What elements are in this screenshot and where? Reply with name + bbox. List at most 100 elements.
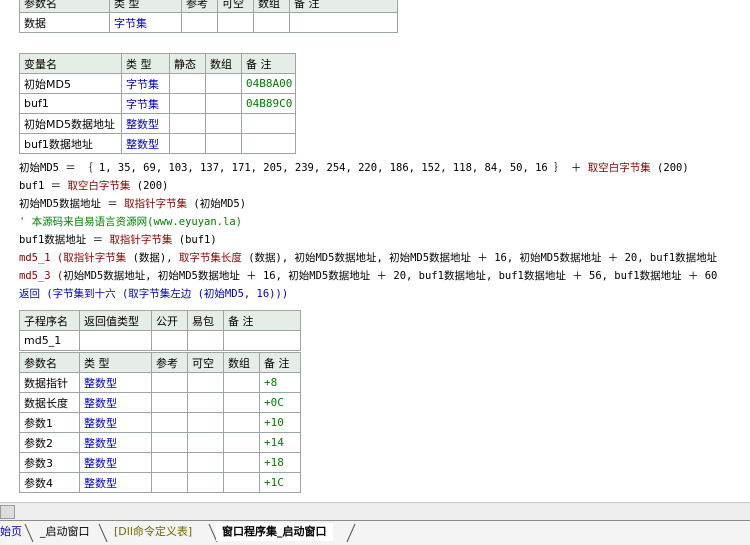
param-nullable-cell[interactable] [187,472,224,493]
code-token: buf1 ＝ [19,180,68,192]
table-row[interactable]: 参数1 整数型 +10 [19,412,301,433]
var-type-cell[interactable]: 整数型 [121,113,170,134]
param-nullable-cell[interactable] [187,452,224,473]
table-row[interactable]: buf1数据地址 整数型 [19,133,296,154]
param-nullable-cell[interactable] [217,12,254,33]
table-row[interactable]: 参数4 整数型 +1C [19,472,301,493]
table-row[interactable]: 初始MD5数据地址 整数型 [19,113,296,134]
param-array-cell[interactable] [223,412,260,433]
param-type-cell[interactable]: 整数型 [79,392,152,413]
param-type-cell[interactable]: 字节集 [109,12,182,33]
param-note-cell[interactable]: +8 [259,372,301,393]
param-ref-cell[interactable] [151,472,188,493]
code-line[interactable]: buf1数据地址 ＝ 取指针字节集 (buf1) [19,231,217,249]
param-note-cell[interactable]: +18 [259,452,301,473]
code-line[interactable]: 初始MD5数据地址 ＝ 取指针字节集 (初始MD5) [19,195,246,213]
table-row[interactable]: 初始MD5 字节集 04B8A00 [19,73,296,94]
code-line[interactable]: md5_1 (取指针字节集 (数据), 取字节集长度 (数据), 初始MD5数据… [19,249,717,267]
param-nullable-cell[interactable] [187,392,224,413]
code-token: 取指针字节集 [109,234,173,246]
code-editor[interactable]: 参数名 类 型 参考 可空 数组 备 注 数据 字节集 变量名 类 型 静态 数… [0,0,750,502]
sub-public-cell[interactable] [151,330,188,351]
var-type-cell[interactable]: 字节集 [121,93,170,114]
param-name-cell[interactable]: 数据 [19,12,110,33]
code-line[interactable]: 返回 (字节集到十六 (取字节集左边 (初始MD5, 16))) [19,285,288,303]
param-array-cell[interactable] [223,372,260,393]
sub-name-cell[interactable]: md5_1 [19,330,80,351]
code-line[interactable]: md5_3 (初始MD5数据地址, 初始MD5数据地址 ＋ 16, 初始MD5数… [19,267,717,285]
param-type-cell[interactable]: 整数型 [79,432,152,453]
param-array-cell[interactable] [223,392,260,413]
sub-note-cell[interactable] [223,330,301,351]
var-name-cell[interactable]: buf1 [19,93,122,114]
var-array-cell[interactable] [205,93,242,114]
param-note-cell[interactable]: +10 [259,412,301,433]
param-nullable-cell[interactable] [187,372,224,393]
param-note-cell[interactable] [289,12,398,33]
table-row[interactable]: 数据长度 整数型 +0C [19,392,301,413]
param-note-cell[interactable]: +1C [259,472,301,493]
param-array-cell[interactable] [223,432,260,453]
param-name-cell[interactable]: 数据长度 [19,392,80,413]
tab-window-assembly[interactable]: 窗口程序集_启动窗口 [216,523,333,541]
code-line[interactable]: ' 本源码来自易语言资源网(www.eyuyan.la) [19,213,242,231]
var-static-cell[interactable] [169,113,206,134]
var-name-cell[interactable]: 初始MD5数据地址 [19,113,122,134]
param-nullable-cell[interactable] [187,412,224,433]
var-note-cell[interactable] [241,113,296,134]
horizontal-scrollbar[interactable] [0,502,750,520]
table-row[interactable]: buf1 字节集 04B89C0 [19,93,296,114]
var-note-cell[interactable] [241,133,296,154]
param-ref-cell[interactable] [181,12,218,33]
param-type-cell[interactable]: 整数型 [79,452,152,473]
table-row[interactable]: md5_1 [19,330,301,351]
var-array-cell[interactable] [205,133,242,154]
code-token: (200) [130,180,169,192]
param-name-cell[interactable]: 数据指针 [19,372,80,393]
var-type-cell[interactable]: 字节集 [121,73,170,94]
table-row[interactable]: 数据指针 整数型 +8 [19,372,301,393]
var-static-cell[interactable] [169,133,206,154]
param-ref-cell[interactable] [151,432,188,453]
param-name-cell[interactable]: 参数3 [19,452,80,473]
var-static-cell[interactable] [169,93,206,114]
param-name-cell[interactable]: 参数4 [19,472,80,493]
var-array-cell[interactable] [205,73,242,94]
sub-return-cell[interactable] [79,330,152,351]
param-array-cell[interactable] [223,452,260,473]
var-name-cell[interactable]: 初始MD5 [19,73,122,94]
var-note-cell[interactable]: 04B89C0 [241,93,296,114]
tab-dll-command-table[interactable]: [Dll命令定义表] [108,523,198,541]
param-name-cell[interactable]: 参数2 [19,432,80,453]
param-type-cell[interactable]: 整数型 [79,472,152,493]
param-type-cell[interactable]: 整数型 [79,412,152,433]
tab-separator-icon [346,523,356,543]
header-cell: 类 型 [121,53,170,74]
table-row[interactable]: 参数3 整数型 +18 [19,452,301,473]
param-ref-cell[interactable] [151,452,188,473]
param-name-cell[interactable]: 参数1 [19,412,80,433]
var-note-cell[interactable]: 04B8A00 [241,73,296,94]
var-name-cell[interactable]: buf1数据地址 [19,133,122,154]
header-cell: 参考 [181,0,218,13]
param-type-cell[interactable]: 整数型 [79,372,152,393]
param-note-cell[interactable]: +0C [259,392,301,413]
param-ref-cell[interactable] [151,412,188,433]
param-ref-cell[interactable] [151,392,188,413]
var-static-cell[interactable] [169,73,206,94]
scrollbar-thumb[interactable] [0,505,15,519]
var-array-cell[interactable] [205,113,242,134]
code-line[interactable]: 初始MD5 ＝ ｛ 1, 35, 69, 103, 137, 171, 205,… [19,159,689,177]
param-array-cell[interactable] [223,472,260,493]
code-line[interactable]: buf1 ＝ 取空白字节集 (200) [19,177,168,195]
var-type-cell[interactable]: 整数型 [121,133,170,154]
sub-easy-cell[interactable] [187,330,224,351]
table-row[interactable]: 参数2 整数型 +14 [19,432,301,453]
code-token: 初始MD5数据地址, 初始MD5数据地址 ＋ 16, 初始MD5数据地址 ＋ 2… [63,270,718,282]
param-ref-cell[interactable] [151,372,188,393]
table-row[interactable]: 数据 字节集 [19,12,398,33]
param-note-cell[interactable]: +14 [259,432,301,453]
param-nullable-cell[interactable] [187,432,224,453]
param-array-cell[interactable] [253,12,290,33]
tab-startup-window[interactable]: _启动窗口 [34,523,96,541]
